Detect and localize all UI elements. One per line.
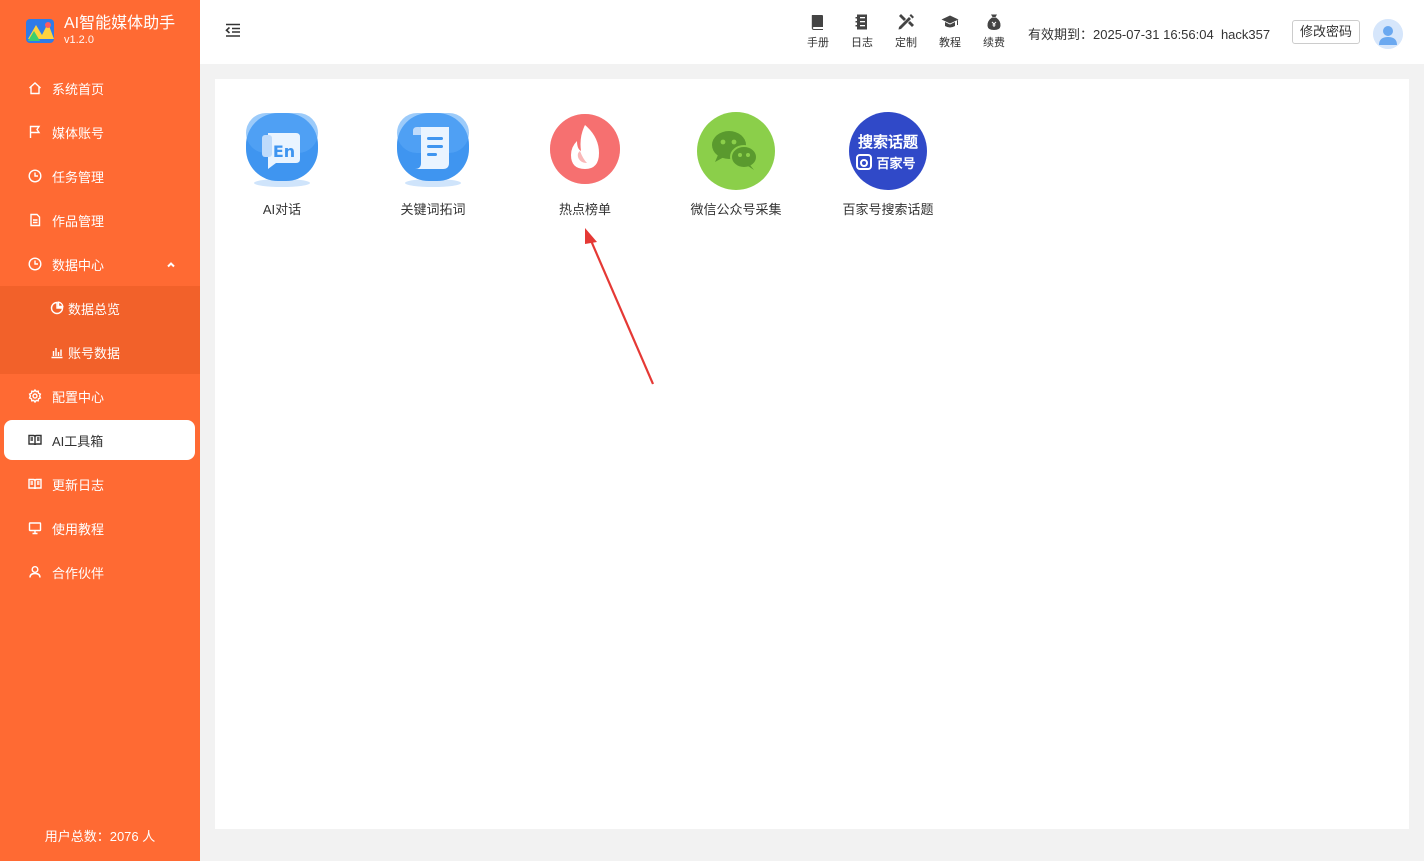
tool-label: AI对话 [262, 202, 302, 217]
monitor-icon [27, 520, 43, 536]
tool-baijiahao-search[interactable]: 搜索话题 百家号 百家号搜索话题 [833, 111, 943, 218]
tool-label: 续费 [983, 37, 1005, 49]
brand: AI智能媒体助手 v1.2.0 [24, 14, 175, 47]
sidebar-item-ai-toolbox[interactable]: AI工具箱 [4, 420, 195, 460]
app-version: v1.2.0 [64, 34, 94, 46]
sidebar-item-label: 媒体账号 [52, 125, 105, 141]
change-password-button[interactable]: 修改密码 [1292, 20, 1361, 44]
sidebar-item-partners[interactable]: 合作伙伴 [0, 550, 200, 594]
sidebar-item-label: 数据中心 [52, 257, 105, 273]
sidebar-item-tutorial[interactable]: 使用教程 [0, 506, 200, 550]
bar-chart-icon [50, 344, 64, 360]
home-icon [27, 80, 43, 96]
manual-button[interactable]: 手册 [796, 12, 840, 50]
svg-text:En: En [273, 142, 295, 161]
annotation-arrow [585, 228, 655, 385]
book-icon [27, 432, 43, 448]
sidebar-item-label: 合作伙伴 [52, 565, 105, 581]
sidebar-item-data-overview[interactable]: 数据总览 [0, 286, 200, 330]
tool-keyword-expansion[interactable]: 关键词拓词 [378, 111, 488, 218]
tutorial-button[interactable]: 教程 [928, 12, 972, 50]
sidebar-item-task-management[interactable]: 任务管理 [0, 154, 200, 198]
wechat-icon [696, 111, 776, 191]
user-total: 用户总数：2076 人 [44, 829, 156, 844]
app-title: AI智能媒体助手 [64, 15, 176, 32]
tool-hot-list[interactable]: 热点榜单 [530, 111, 640, 218]
chevron-up-icon [166, 258, 176, 268]
tool-label: 手册 [807, 37, 829, 49]
sidebar-item-label: 作品管理 [52, 213, 105, 229]
header-tools: 手册 日志 定制 教程 续费 [796, 12, 1016, 50]
tool-ai-chat[interactable]: En AI对话 [227, 111, 337, 218]
document-icon [27, 212, 43, 228]
baijiahao-icon: 搜索话题 百家号 [848, 111, 928, 191]
customize-icon [896, 12, 916, 32]
customize-button[interactable]: 定制 [884, 12, 928, 50]
user-avatar-icon [1373, 19, 1403, 49]
collapse-menu-icon[interactable] [224, 21, 242, 39]
baijiahao-badge-line1: 搜索话题 [858, 133, 919, 151]
data-center-submenu: 数据总览 账号数据 [0, 286, 200, 374]
sidebar-item-label: 配置中心 [52, 389, 105, 405]
avatar[interactable] [1373, 19, 1403, 49]
sidebar-item-label: 使用教程 [52, 521, 105, 537]
sidebar: AI智能媒体助手 v1.2.0 系统首页 媒体账号 任务管理 作品管理 数据中心 [0, 0, 200, 861]
sidebar-item-account-data[interactable]: 账号数据 [0, 330, 200, 374]
tool-label: 日志 [851, 37, 873, 49]
sidebar-item-label: 账号数据 [68, 345, 121, 361]
sidebar-item-label: 任务管理 [52, 169, 105, 185]
tool-label: 教程 [939, 37, 961, 49]
graduation-cap-icon [940, 12, 960, 32]
tool-wechat-collect[interactable]: 微信公众号采集 [681, 111, 791, 218]
log-button[interactable]: 日志 [840, 12, 884, 50]
sidebar-item-home[interactable]: 系统首页 [0, 66, 200, 110]
expiry-date: 有效期到：2025-07-31 16:56:04 [1028, 27, 1214, 42]
sidebar-nav: 系统首页 媒体账号 任务管理 作品管理 数据中心 数据总览 账号数据 配置中心 … [0, 66, 200, 594]
expiry-info: 有效期到：2025-07-31 16:56:04 hack357 [1028, 24, 1270, 43]
user-icon [27, 564, 43, 580]
renew-button[interactable]: 续费 [972, 12, 1016, 50]
tool-label: 百家号搜索话题 [842, 202, 934, 217]
sidebar-item-label: 数据总览 [68, 301, 121, 317]
log-icon [852, 12, 872, 32]
baijiahao-badge-line2: 百家号 [876, 156, 915, 172]
manual-icon [808, 12, 828, 32]
sidebar-item-label: 更新日志 [52, 477, 105, 493]
ai-toolbox-panel: En AI对话 关键词拓词 热点榜单 微信公众号采集 搜索话题 百家号 百家号搜… [215, 79, 1409, 829]
keyword-scroll-icon [393, 111, 473, 191]
clock-icon [27, 256, 43, 272]
sidebar-item-data-center[interactable]: 数据中心 [0, 242, 200, 286]
pie-chart-icon [50, 300, 64, 316]
sidebar-item-label: AI工具箱 [52, 433, 104, 449]
username: hack357 [1220, 27, 1271, 42]
gear-icon [27, 388, 43, 404]
app-logo-icon [26, 18, 54, 43]
clock-icon [27, 168, 43, 184]
tool-label: 热点榜单 [558, 202, 611, 217]
flag-icon [27, 124, 43, 140]
tool-label: 微信公众号采集 [690, 202, 782, 217]
ai-chat-icon: En [242, 111, 322, 191]
sidebar-item-works-management[interactable]: 作品管理 [0, 198, 200, 242]
sidebar-item-media-accounts[interactable]: 媒体账号 [0, 110, 200, 154]
tool-label: 关键词拓词 [400, 202, 466, 217]
money-bag-icon [984, 12, 1004, 32]
sidebar-item-label: 系统首页 [52, 81, 105, 97]
sidebar-item-config-center[interactable]: 配置中心 [0, 374, 200, 418]
tool-label: 定制 [895, 37, 917, 49]
hot-flame-icon [545, 111, 625, 191]
book-icon [27, 476, 43, 492]
top-header: 手册 日志 定制 教程 续费 有效期到：2025-07-31 16:56:04 … [200, 0, 1424, 64]
sidebar-item-changelog[interactable]: 更新日志 [0, 462, 200, 506]
